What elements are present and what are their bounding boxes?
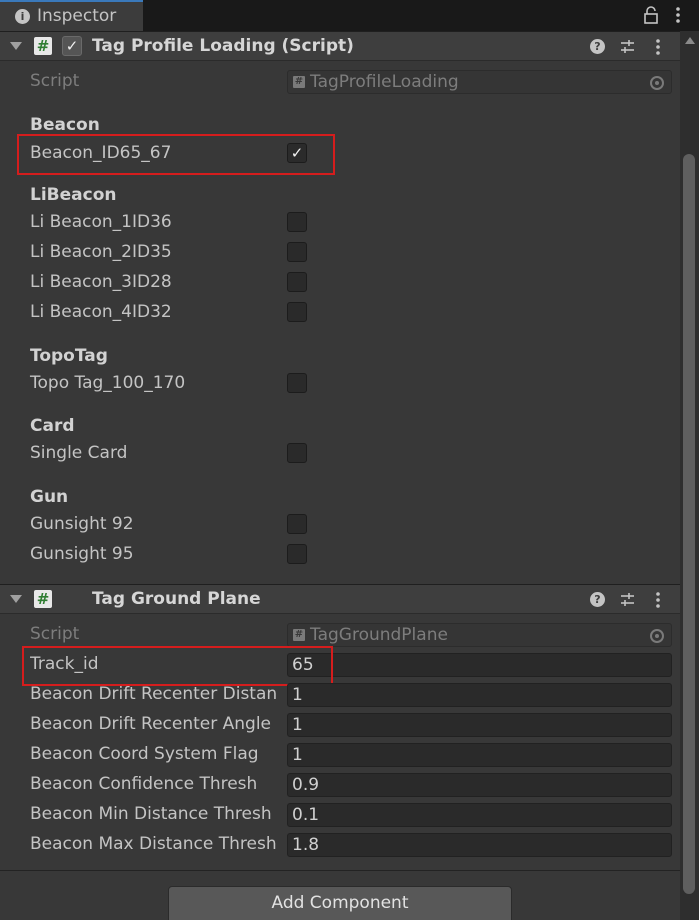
confidence-thresh-field[interactable]: 0.9 bbox=[287, 773, 672, 797]
csharp-script-icon: # bbox=[34, 590, 52, 608]
tab-inspector[interactable]: i Inspector bbox=[0, 0, 143, 31]
li-beacon-2-checkbox[interactable] bbox=[287, 242, 307, 262]
section-header: Gun bbox=[30, 487, 69, 507]
scrollbar-thumb[interactable] bbox=[683, 154, 695, 894]
field-label: Li Beacon_2ID35 bbox=[30, 242, 172, 262]
component-header-tag-ground-plane[interactable]: # Tag Ground Plane ? bbox=[0, 584, 680, 614]
script-object-field[interactable]: # TagProfileLoading bbox=[287, 70, 672, 94]
script-value: TagGroundPlane bbox=[310, 625, 448, 645]
divider bbox=[0, 870, 680, 871]
scroll-up-arrow-icon[interactable] bbox=[685, 37, 695, 44]
track-id-field[interactable]: 65 bbox=[287, 653, 672, 677]
field-label: Li Beacon_1ID36 bbox=[30, 212, 172, 232]
field-label: Li Beacon_3ID28 bbox=[30, 272, 172, 292]
coord-system-flag-field[interactable]: 1 bbox=[287, 743, 672, 767]
vertical-scrollbar[interactable] bbox=[680, 31, 699, 920]
foldout-arrow-icon[interactable] bbox=[10, 595, 22, 603]
gunsight-95-checkbox[interactable] bbox=[287, 544, 307, 564]
help-icon[interactable]: ? bbox=[590, 39, 605, 54]
kebab-icon[interactable] bbox=[674, 6, 682, 24]
max-distance-thresh-field[interactable]: 1.8 bbox=[287, 833, 672, 857]
kebab-icon[interactable] bbox=[654, 591, 662, 609]
info-icon: i bbox=[15, 9, 30, 24]
field-label: Beacon Confidence Thresh bbox=[30, 774, 258, 794]
gunsight-92-checkbox[interactable] bbox=[287, 514, 307, 534]
script-label: Script bbox=[30, 624, 80, 644]
single-card-checkbox[interactable] bbox=[287, 443, 307, 463]
script-value: TagProfileLoading bbox=[310, 72, 459, 92]
script-icon: # bbox=[293, 629, 305, 641]
drift-recenter-distance-field[interactable]: 1 bbox=[287, 683, 672, 707]
script-label: Script bbox=[30, 71, 80, 91]
component-title: Tag Ground Plane bbox=[92, 589, 261, 609]
presets-icon[interactable] bbox=[619, 38, 636, 55]
section-header: Card bbox=[30, 416, 75, 436]
field-label: Gunsight 95 bbox=[30, 544, 134, 564]
tab-bar: i Inspector bbox=[0, 0, 699, 31]
section-header: TopoTag bbox=[30, 346, 108, 366]
help-icon[interactable]: ? bbox=[590, 592, 605, 607]
object-picker-icon[interactable] bbox=[650, 76, 664, 90]
li-beacon-1-checkbox[interactable] bbox=[287, 212, 307, 232]
lock-icon[interactable] bbox=[643, 6, 659, 24]
script-object-field[interactable]: # TagGroundPlane bbox=[287, 623, 672, 647]
script-icon: # bbox=[293, 76, 305, 88]
field-label: Gunsight 92 bbox=[30, 514, 134, 534]
presets-icon[interactable] bbox=[619, 591, 636, 608]
field-label: Beacon Max Distance Thresh bbox=[30, 834, 277, 854]
field-label: Beacon Drift Recenter Angle bbox=[30, 714, 272, 734]
kebab-icon[interactable] bbox=[654, 38, 662, 56]
foldout-arrow-icon[interactable] bbox=[10, 42, 22, 50]
component-title: Tag Profile Loading (Script) bbox=[92, 36, 354, 56]
csharp-script-icon: # bbox=[34, 37, 52, 55]
component-header-tag-profile-loading[interactable]: # ✓ Tag Profile Loading (Script) ? bbox=[0, 31, 680, 61]
field-label: Beacon Drift Recenter Distan bbox=[30, 684, 278, 704]
min-distance-thresh-field[interactable]: 0.1 bbox=[287, 803, 672, 827]
li-beacon-3-checkbox[interactable] bbox=[287, 272, 307, 292]
section-header: Beacon bbox=[30, 115, 100, 135]
field-label: Beacon Min Distance Thresh bbox=[30, 804, 272, 824]
add-component-button[interactable]: Add Component bbox=[168, 886, 512, 920]
highlight-box bbox=[17, 134, 335, 175]
field-label: Topo Tag_100_170 bbox=[30, 373, 186, 393]
section-header: LiBeacon bbox=[30, 185, 117, 205]
highlight-box bbox=[22, 646, 333, 686]
topo-tag-checkbox[interactable] bbox=[287, 373, 307, 393]
field-label: Li Beacon_4ID32 bbox=[30, 302, 172, 322]
li-beacon-4-checkbox[interactable] bbox=[287, 302, 307, 322]
object-picker-icon[interactable] bbox=[650, 629, 664, 643]
component-enable-checkbox[interactable]: ✓ bbox=[62, 36, 82, 56]
tab-label: Inspector bbox=[37, 6, 117, 26]
field-label: Single Card bbox=[30, 443, 128, 463]
field-label: Beacon Coord System Flag bbox=[30, 744, 259, 764]
drift-recenter-angle-field[interactable]: 1 bbox=[287, 713, 672, 737]
